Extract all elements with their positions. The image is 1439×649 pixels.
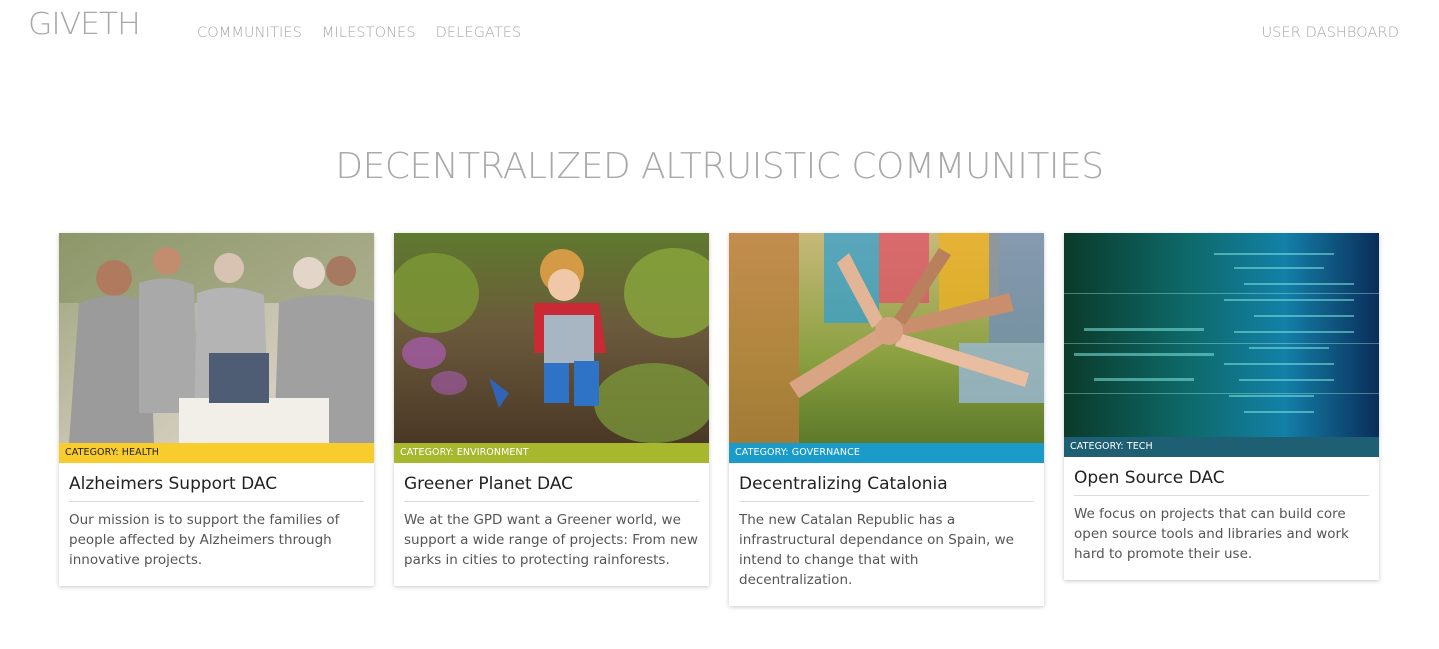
- nav-delegates[interactable]: DELEGATES: [436, 24, 522, 42]
- user-dashboard-link[interactable]: USER DASHBOARD: [1261, 24, 1399, 42]
- category-badge: CATEGORY: HEALTH: [59, 443, 374, 463]
- card-image-volunteers: [59, 233, 374, 443]
- nav-milestones[interactable]: MILESTONES: [322, 24, 416, 42]
- card-description: Our mission is to support the families o…: [69, 512, 340, 568]
- card-image-hands-together: [729, 233, 1044, 443]
- community-card-governance[interactable]: CATEGORY: GOVERNANCE Decentralizing Cata…: [729, 233, 1044, 606]
- card-image-child-gardening: [394, 233, 709, 443]
- card-title[interactable]: Alzheimers Support DAC: [69, 473, 364, 502]
- card-title[interactable]: Decentralizing Catalonia: [739, 473, 1034, 502]
- giveth-logo[interactable]: GIVETH: [28, 8, 141, 42]
- category-badge: CATEGORY: GOVERNANCE: [729, 443, 1044, 463]
- card-description: The new Catalan Republic has a infrastru…: [739, 512, 1014, 588]
- category-badge: CATEGORY: ENVIRONMENT: [394, 443, 709, 463]
- main-nav: COMMUNITIES MILESTONES DELEGATES: [197, 24, 521, 42]
- card-title[interactable]: Open Source DAC: [1074, 467, 1369, 496]
- community-card-tech[interactable]: CATEGORY: TECH Open Source DAC We focus …: [1064, 233, 1379, 580]
- card-description: We focus on projects that can build core…: [1074, 506, 1349, 562]
- logo-text: GIVETH: [28, 7, 141, 42]
- community-card-environment[interactable]: CATEGORY: ENVIRONMENT Greener Planet DAC…: [394, 233, 709, 586]
- category-badge: CATEGORY: TECH: [1064, 437, 1379, 457]
- community-card-health[interactable]: CATEGORY: HEALTH Alzheimers Support DAC …: [59, 233, 374, 586]
- card-image-code: [1064, 233, 1379, 437]
- nav-communities[interactable]: COMMUNITIES: [197, 24, 302, 42]
- page-title: DECENTRALIZED ALTRUISTIC COMMUNITIES: [335, 146, 1104, 187]
- card-title[interactable]: Greener Planet DAC: [404, 473, 699, 502]
- card-description: We at the GPD want a Greener world, we s…: [404, 512, 698, 568]
